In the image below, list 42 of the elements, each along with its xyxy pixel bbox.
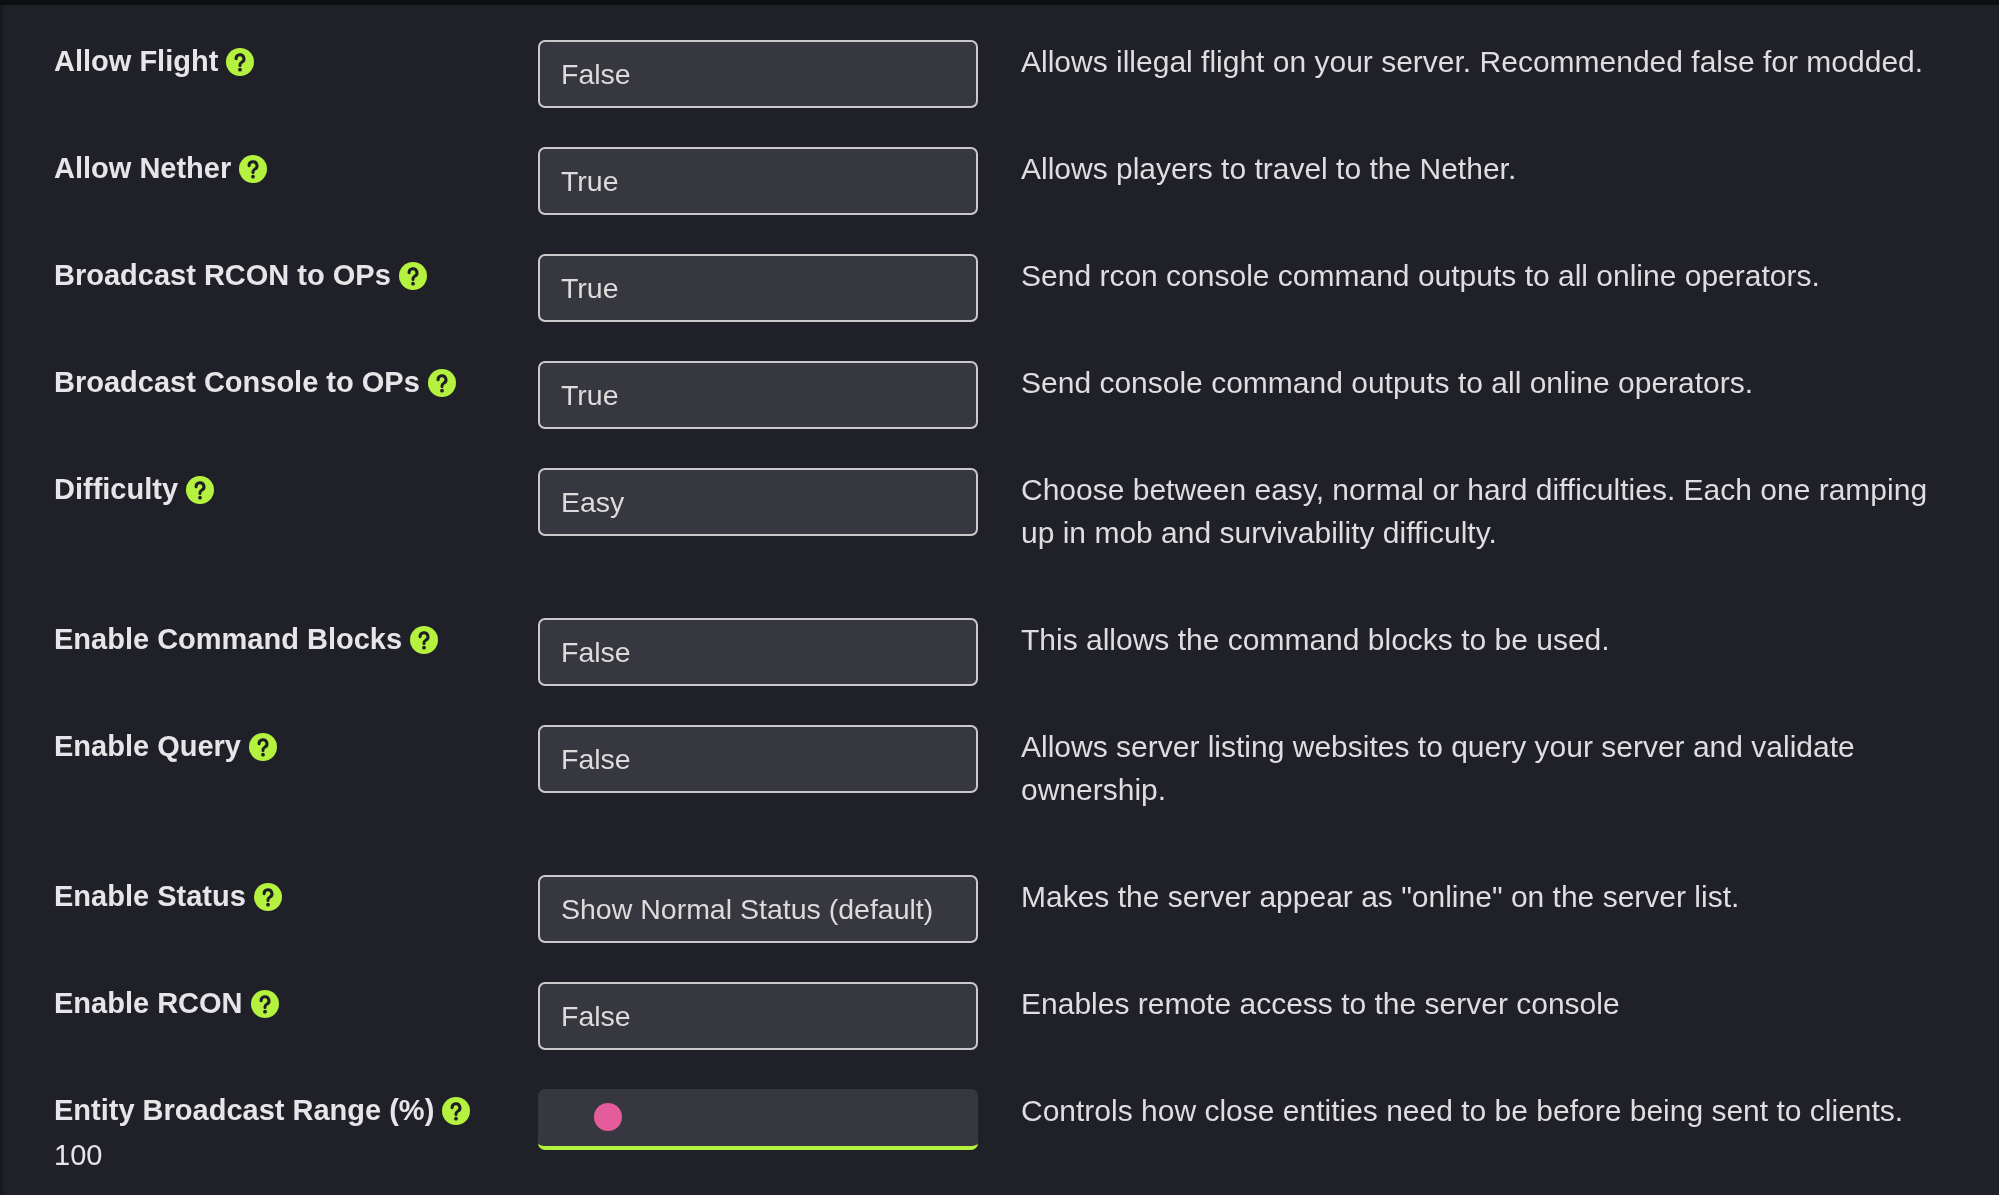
setting-description: Makes the server appear as "online" on the server list.: [1021, 879, 1741, 915]
setting-label: Enable Command Blocks: [54, 622, 403, 657]
setting-label: Enable RCON: [54, 986, 243, 1021]
setting-label: Enable Status: [54, 879, 246, 914]
setting-label: Allow Nether: [54, 151, 232, 186]
help-icon[interactable]: [226, 47, 255, 76]
setting-description: Allows server listing websites to query your server and validate ownership.: [1021, 729, 1856, 808]
slider-value: 100: [54, 1138, 103, 1173]
setting-label: Difficulty: [54, 472, 179, 507]
select-field[interactable]: True: [538, 254, 978, 322]
select-field[interactable]: False: [538, 982, 978, 1050]
select-field[interactable]: False: [538, 725, 978, 793]
select-field[interactable]: False: [538, 618, 978, 686]
setting-description: Enables remote access to the server console: [1021, 986, 1621, 1022]
select-field[interactable]: Show Normal Status (default): [538, 875, 978, 943]
setting-description: This allows the command blocks to be used.: [1021, 622, 1611, 658]
slider-thumb[interactable]: [594, 1103, 623, 1131]
setting-description: Controls how close entities need to be before being sent to clients.: [1021, 1093, 1905, 1129]
select-field[interactable]: Easy: [538, 468, 978, 536]
setting-label: Entity Broadcast Range (%): [54, 1093, 435, 1128]
help-icon[interactable]: [186, 475, 215, 504]
setting-label: Allow Flight: [54, 44, 219, 79]
help-icon[interactable]: [442, 1096, 471, 1125]
setting-label: Broadcast RCON to OPs: [54, 258, 391, 293]
help-icon[interactable]: [410, 625, 439, 654]
help-icon[interactable]: [398, 261, 427, 290]
setting-description: Send console command outputs to all online operators.: [1021, 365, 1755, 401]
select-field[interactable]: False: [538, 40, 978, 108]
help-icon[interactable]: [239, 154, 268, 183]
setting-description: Allows players to travel to the Nether.: [1021, 151, 1518, 187]
setting-label: Enable Query: [54, 729, 241, 764]
help-icon[interactable]: [427, 368, 456, 397]
help-icon[interactable]: [253, 882, 282, 911]
setting-description: Send rcon console command outputs to all online operators.: [1021, 258, 1821, 294]
select-field[interactable]: True: [538, 147, 978, 215]
setting-description: Allows illegal flight on your server. Recommended false for modded.: [1021, 44, 1925, 80]
slider-track[interactable]: [538, 1089, 978, 1150]
select-field[interactable]: True: [538, 361, 978, 429]
setting-description: Choose between easy, normal or hard difficulties. Each one ramping up in mob and survivability difficulty.: [1021, 472, 1929, 551]
help-icon[interactable]: [250, 989, 279, 1018]
help-icon[interactable]: [248, 732, 277, 761]
setting-label: Broadcast Console to OPs: [54, 365, 420, 400]
